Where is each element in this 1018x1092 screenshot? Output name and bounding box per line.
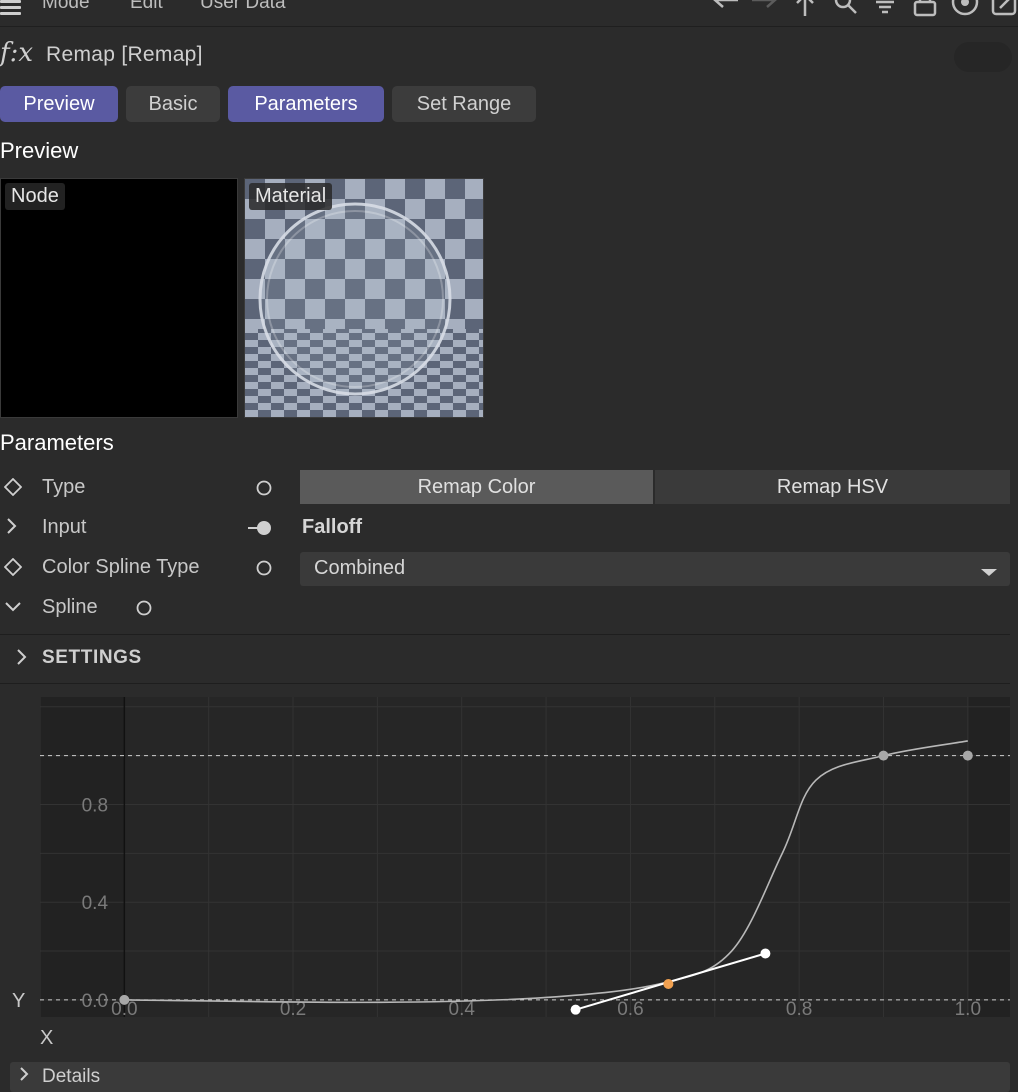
out-of-range-region	[967, 697, 1010, 1017]
lock-icon[interactable]	[910, 0, 940, 20]
tangent-handle[interactable]	[760, 948, 771, 959]
out-of-range-region	[40, 697, 125, 1017]
settings-toggle[interactable]: SETTINGS	[42, 647, 142, 669]
tab-basic[interactable]: Basic	[126, 86, 220, 122]
up-arrow-icon[interactable]	[790, 0, 820, 20]
tab-preview[interactable]: Preview	[0, 86, 118, 122]
spline-graph-canvas[interactable]: 0.0 0.2 0.4 0.6 0.8 1.00.00.40.8	[40, 697, 1010, 1017]
animate-circle-icon[interactable]	[135, 599, 153, 622]
diamond-icon[interactable]	[3, 557, 23, 581]
color-spline-type-dropdown[interactable]: Combined	[300, 552, 1010, 586]
fx-icon: f:x	[0, 38, 34, 68]
diamond-icon[interactable]	[3, 477, 23, 501]
type-remap-hsv-option[interactable]: Remap HSV	[655, 470, 1010, 504]
chevron-right-icon	[18, 1066, 30, 1087]
color-spline-type-value: Combined	[314, 557, 406, 579]
x-tick-label: 0.8	[786, 999, 812, 1017]
title-toggle[interactable]	[954, 42, 1012, 72]
divider	[0, 683, 1010, 684]
animate-circle-icon[interactable]	[255, 559, 273, 582]
menu-bar: Mode Edit User Data	[0, 0, 1018, 27]
divider	[0, 634, 1010, 635]
color-spline-type-label: Color Spline Type	[42, 556, 200, 578]
back-arrow-icon[interactable]	[710, 0, 740, 20]
spline-knot[interactable]	[119, 994, 130, 1005]
spline-knot[interactable]	[962, 750, 973, 761]
x-tick-label: 0.6	[617, 999, 643, 1017]
node-preview-label: Node	[5, 183, 65, 210]
x-axis-label: X	[40, 1027, 54, 1049]
details-label: Details	[42, 1066, 101, 1087]
spline-graph[interactable]: 0.0 0.2 0.4 0.6 0.8 1.0 0.0 0.4 0.8	[40, 697, 1010, 1017]
target-icon[interactable]	[950, 0, 980, 20]
animate-circle-icon[interactable]	[255, 479, 273, 502]
tab-set-range[interactable]: Set Range	[392, 86, 536, 122]
filter-icon[interactable]	[870, 0, 900, 20]
tab-parameters[interactable]: Parameters	[228, 86, 384, 122]
type-label: Type	[42, 476, 86, 498]
type-remap-color-option[interactable]: Remap Color	[300, 470, 653, 504]
chevron-right-icon[interactable]	[15, 648, 29, 671]
hamburger-menu-icon[interactable]	[0, 0, 22, 16]
details-header[interactable]: Details	[10, 1062, 1010, 1092]
menu-user-data[interactable]: User Data	[200, 0, 286, 14]
spline-knot[interactable]	[663, 979, 674, 990]
forward-arrow-icon[interactable]	[750, 0, 780, 20]
input-value[interactable]: Falloff	[302, 516, 362, 539]
chevron-down-icon	[980, 565, 998, 583]
input-port-icon[interactable]	[248, 519, 274, 542]
spline-label: Spline	[42, 596, 98, 618]
preview-section-title: Preview	[0, 138, 79, 163]
search-icon[interactable]	[830, 0, 860, 20]
external-link-icon[interactable]	[990, 0, 1018, 20]
material-sphere-image	[245, 179, 483, 417]
y-tick-label: 0.8	[82, 795, 108, 816]
node-title: Remap [Remap]	[46, 43, 203, 66]
node-preview[interactable]: Node	[0, 178, 238, 418]
spline-knot[interactable]	[878, 750, 889, 761]
y-tick-label: 0.4	[82, 893, 109, 914]
menu-edit[interactable]: Edit	[130, 0, 163, 14]
y-axis-label: Y	[12, 990, 26, 1012]
chevron-right-icon[interactable]	[5, 517, 19, 540]
parameters-section-title: Parameters	[0, 430, 114, 455]
chevron-down-icon[interactable]	[4, 600, 22, 619]
material-preview-label: Material	[249, 183, 333, 210]
y-tick-label: 0.0	[82, 991, 108, 1012]
input-label: Input	[42, 516, 87, 538]
x-tick-label: 1.0	[955, 999, 981, 1017]
material-preview[interactable]: Material	[244, 178, 484, 418]
tangent-handle[interactable]	[570, 1004, 581, 1015]
menu-mode[interactable]: Mode	[42, 0, 90, 14]
